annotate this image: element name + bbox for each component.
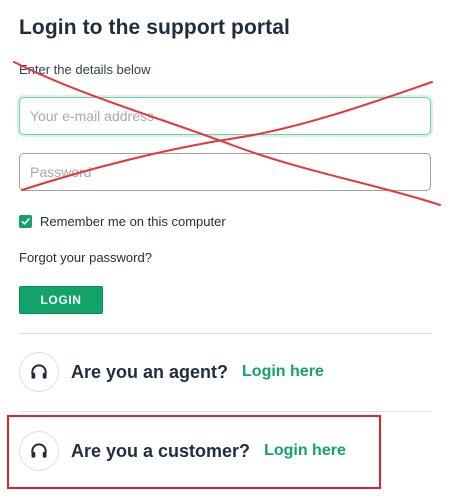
remember-label: Remember me on this computer xyxy=(40,214,226,229)
highlight-annotation-box xyxy=(7,415,381,489)
check-icon xyxy=(21,218,30,225)
page-subtitle: Enter the details below xyxy=(19,62,151,77)
login-page: Login to the support portal Enter the de… xyxy=(0,0,460,500)
agent-login-link[interactable]: Login here xyxy=(242,363,324,381)
password-field[interactable] xyxy=(19,153,431,191)
login-button[interactable]: LOGIN xyxy=(19,286,103,314)
divider xyxy=(19,411,432,412)
agent-question: Are you an agent? xyxy=(71,361,229,382)
remember-me[interactable]: Remember me on this computer xyxy=(19,214,226,229)
divider xyxy=(19,333,432,334)
forgot-password-link[interactable]: Forgot your password? xyxy=(19,250,152,265)
agent-login-row: Are you an agent? Login here xyxy=(19,352,379,392)
email-field[interactable] xyxy=(19,97,431,135)
page-title: Login to the support portal xyxy=(19,16,290,39)
remember-checkbox[interactable] xyxy=(19,215,32,228)
headset-icon xyxy=(19,352,59,392)
